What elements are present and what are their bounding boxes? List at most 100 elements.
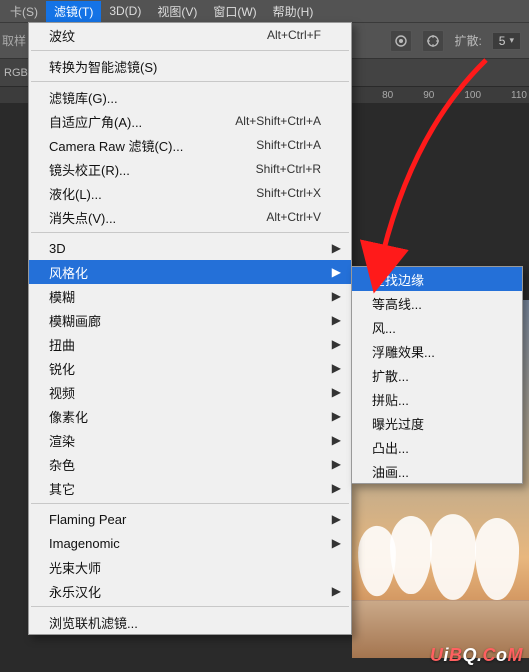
menubar-3d[interactable]: 3D(D) — [101, 2, 149, 20]
menu-item-shortcut: Alt+Shift+Ctrl+A — [235, 114, 321, 128]
app-menubar: 卡(S) 滤镜(T) 3D(D) 视图(V) 窗口(W) 帮助(H) — [0, 0, 529, 22]
menu-item-shortcut: Shift+Ctrl+X — [256, 186, 321, 200]
menu-item-label: 光束大师 — [49, 558, 101, 577]
menubar-help[interactable]: 帮助(H) — [265, 1, 322, 22]
menu-convert-label: 转换为智能滤镜(S) — [49, 57, 157, 76]
menu-item-label: Flaming Pear — [49, 512, 126, 527]
menu-item-label: 液化(L)... — [49, 184, 102, 203]
submenu-diffuse[interactable]: 扩散... — [352, 363, 522, 387]
menu-adaptive-wide-angle[interactable]: 自适应广角(A)... Alt+Shift+Ctrl+A — [29, 109, 351, 133]
diffuse-value-text: 5 — [499, 34, 506, 48]
menubar-filter[interactable]: 滤镜(T) — [46, 1, 101, 22]
diffuse-value-input[interactable]: 5 ▾ — [492, 32, 521, 50]
submenu-arrow-icon: ▶ — [332, 409, 341, 423]
filter-menu: 波纹 Alt+Ctrl+F 转换为智能滤镜(S) 滤镜库(G)... 自适应广角… — [28, 22, 352, 635]
ruler-tick: 100 — [464, 90, 481, 101]
menu-lightbeam-master[interactable]: 光束大师 — [29, 555, 351, 579]
submenu-find-edges[interactable]: 查找边缘 — [352, 267, 522, 291]
menu-video[interactable]: 视频 ▶ — [29, 380, 351, 404]
menu-item-label: Imagenomic — [49, 536, 120, 551]
menu-yongle[interactable]: 永乐汉化 ▶ — [29, 579, 351, 603]
submenu-solarize[interactable]: 曝光过度 — [352, 411, 522, 435]
menu-item-label: 其它 — [49, 479, 75, 498]
menu-item-label: 模糊画廊 — [49, 311, 101, 330]
watermark-text: UiBQ.CoM — [430, 645, 523, 666]
submenu-item-label: 拼贴... — [372, 390, 409, 409]
menu-blur[interactable]: 模糊 ▶ — [29, 284, 351, 308]
submenu-arrow-icon: ▶ — [332, 313, 341, 327]
submenu-extrude[interactable]: 凸出... — [352, 435, 522, 459]
menu-item-label: 消失点(V)... — [49, 208, 116, 227]
submenu-arrow-icon: ▶ — [332, 289, 341, 303]
menu-separator — [31, 503, 349, 504]
submenu-item-label: 曝光过度 — [372, 414, 424, 433]
menu-item-label: 风格化 — [49, 263, 88, 282]
submenu-oil-paint[interactable]: 油画... — [352, 459, 522, 483]
submenu-arrow-icon: ▶ — [332, 265, 341, 279]
menu-convert-smart-filter[interactable]: 转换为智能滤镜(S) — [29, 54, 351, 78]
submenu-emboss[interactable]: 浮雕效果... — [352, 339, 522, 363]
menu-distort[interactable]: 扭曲 ▶ — [29, 332, 351, 356]
menu-blur-gallery[interactable]: 模糊画廊 ▶ — [29, 308, 351, 332]
menu-flaming-pear[interactable]: Flaming Pear ▶ — [29, 507, 351, 531]
submenu-arrow-icon: ▶ — [332, 433, 341, 447]
submenu-item-label: 查找边缘 — [372, 270, 424, 289]
menu-last-filter-label: 波纹 — [49, 26, 75, 45]
menu-item-label: 扭曲 — [49, 335, 75, 354]
menu-item-label: 像素化 — [49, 407, 88, 426]
menubar-view[interactable]: 视图(V) — [149, 1, 205, 22]
menubar-window[interactable]: 窗口(W) — [205, 1, 264, 22]
menu-item-label: 镜头校正(R)... — [49, 160, 130, 179]
menu-liquify[interactable]: 液化(L)... Shift+Ctrl+X — [29, 181, 351, 205]
menu-item-shortcut: Shift+Ctrl+R — [256, 162, 321, 176]
submenu-wind[interactable]: 风... — [352, 315, 522, 339]
submenu-item-label: 凸出... — [372, 438, 409, 457]
menu-last-filter-shortcut: Alt+Ctrl+F — [267, 28, 321, 42]
submenu-item-label: 浮雕效果... — [372, 342, 435, 361]
menu-lens-correction[interactable]: 镜头校正(R)... Shift+Ctrl+R — [29, 157, 351, 181]
menu-sharpen[interactable]: 锐化 ▶ — [29, 356, 351, 380]
menu-item-label: 浏览联机滤镜... — [49, 613, 138, 632]
submenu-item-label: 扩散... — [372, 366, 409, 385]
menu-last-filter[interactable]: 波纹 Alt+Ctrl+F — [29, 23, 351, 47]
menu-filter-gallery[interactable]: 滤镜库(G)... — [29, 85, 351, 109]
submenu-arrow-icon: ▶ — [332, 584, 341, 598]
submenu-item-label: 等高线... — [372, 294, 422, 313]
menu-browse-online[interactable]: 浏览联机滤镜... — [29, 610, 351, 634]
menu-item-label: 模糊 — [49, 287, 75, 306]
menu-camera-raw[interactable]: Camera Raw 滤镜(C)... Shift+Ctrl+A — [29, 133, 351, 157]
menu-item-label: 锐化 — [49, 359, 75, 378]
menu-separator — [31, 606, 349, 607]
menu-item-label: 视频 — [49, 383, 75, 402]
submenu-arrow-icon: ▶ — [332, 385, 341, 399]
menu-imagenomic[interactable]: Imagenomic ▶ — [29, 531, 351, 555]
menu-item-label: 3D — [49, 241, 66, 256]
pressure-opacity-button[interactable] — [390, 30, 412, 52]
submenu-item-label: 风... — [372, 318, 396, 337]
submenu-arrow-icon: ▶ — [332, 512, 341, 526]
menubar-cutoff-left: 卡(S) — [2, 1, 46, 22]
menu-noise[interactable]: 杂色 ▶ — [29, 452, 351, 476]
options-left-cutoff: 取样 — [2, 32, 26, 49]
submenu-tiles[interactable]: 拼贴... — [352, 387, 522, 411]
menu-item-label: 自适应广角(A)... — [49, 112, 142, 131]
menu-other[interactable]: 其它 ▶ — [29, 476, 351, 500]
menu-3d[interactable]: 3D ▶ — [29, 236, 351, 260]
stylize-submenu: 查找边缘 等高线... 风... 浮雕效果... 扩散... 拼贴... 曝光过… — [351, 266, 523, 484]
menu-pixelate[interactable]: 像素化 ▶ — [29, 404, 351, 428]
submenu-arrow-icon: ▶ — [332, 361, 341, 375]
submenu-item-label: 油画... — [372, 462, 409, 481]
menu-separator — [31, 81, 349, 82]
submenu-arrow-icon: ▶ — [332, 337, 341, 351]
menu-stylize[interactable]: 风格化 ▶ — [29, 260, 351, 284]
menu-vanishing-point[interactable]: 消失点(V)... Alt+Ctrl+V — [29, 205, 351, 229]
submenu-trace-contour[interactable]: 等高线... — [352, 291, 522, 315]
ruler-tick: 90 — [423, 90, 434, 101]
target-button[interactable] — [422, 30, 444, 52]
submenu-arrow-icon: ▶ — [332, 481, 341, 495]
ruler-tick: 80 — [382, 90, 393, 101]
menu-item-label: 永乐汉化 — [49, 582, 101, 601]
caret-down-icon: ▾ — [509, 35, 514, 46]
menu-item-label: Camera Raw 滤镜(C)... — [49, 136, 183, 155]
menu-render[interactable]: 渲染 ▶ — [29, 428, 351, 452]
